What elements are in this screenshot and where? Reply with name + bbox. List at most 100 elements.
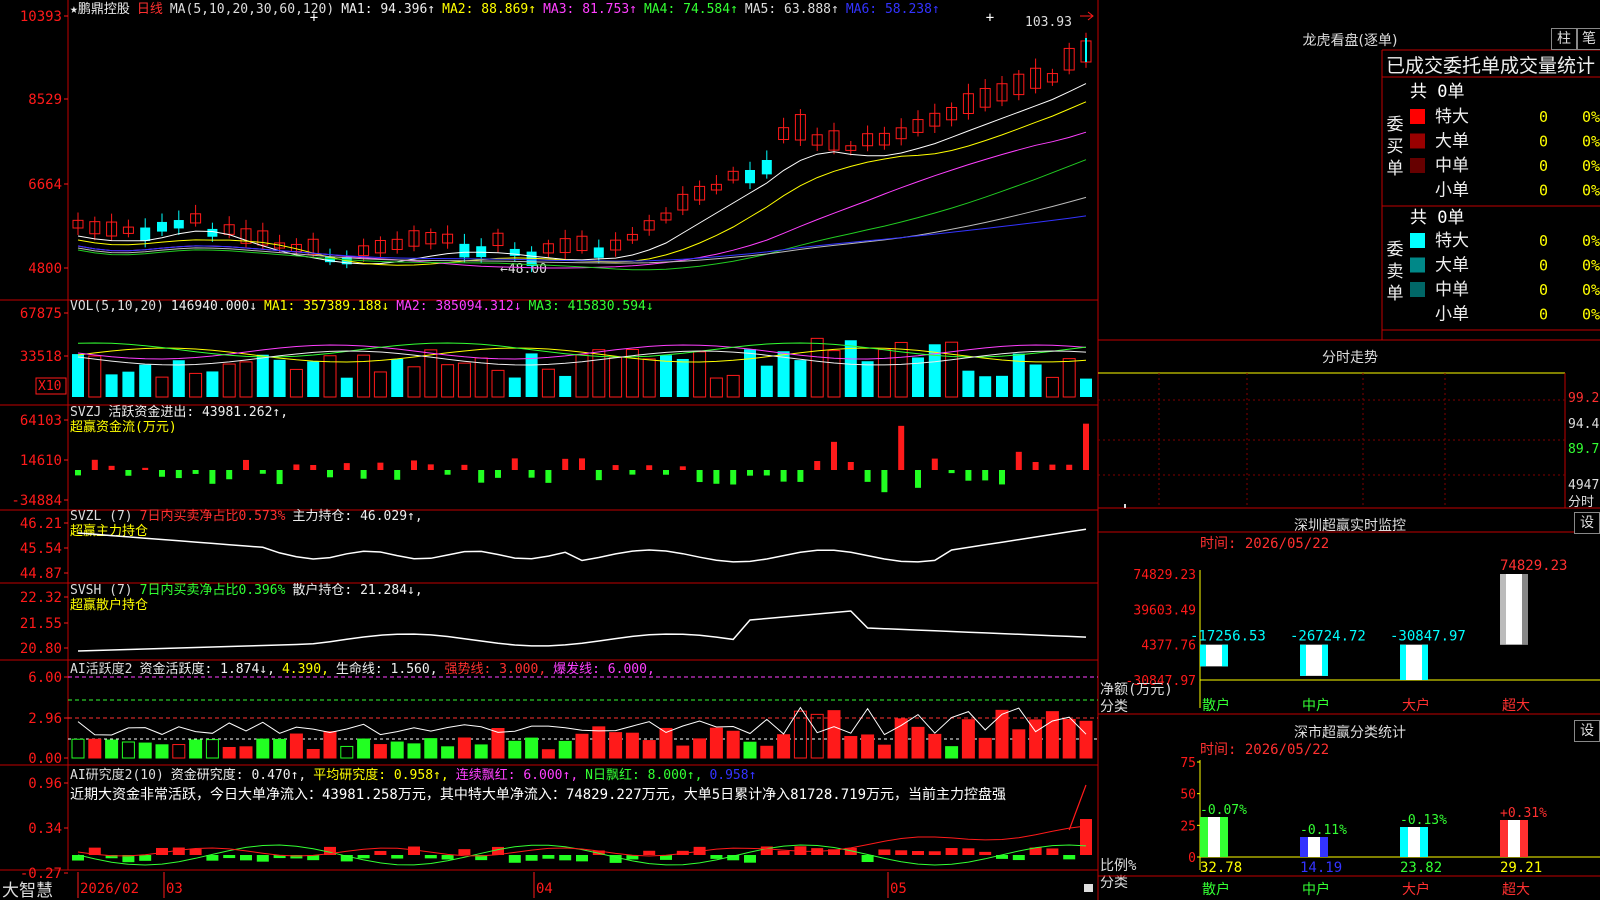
research-bar (710, 855, 723, 859)
ai2-legend-5: 0.958↑ (709, 768, 756, 783)
vol-bar (525, 353, 538, 397)
activity-bar (558, 740, 572, 759)
row-label: 特大 (1435, 231, 1469, 251)
svzl-sub: 超赢主力持仓 (70, 523, 148, 539)
vol-bar (189, 372, 203, 398)
vol-bar (239, 361, 253, 398)
row-label: 大单 (1435, 132, 1469, 152)
svzj-legend-0: SVZJ (70, 405, 101, 420)
candle-body (140, 227, 151, 241)
candle-body (745, 170, 755, 184)
svzj-sub: 超赢资金流(万元) (70, 419, 177, 435)
activity-bar (911, 726, 925, 759)
ai1-legend-4: 强势线: 3.000, (445, 661, 547, 677)
research-bar (508, 855, 521, 863)
activity-bar (289, 733, 303, 759)
activity-bar (877, 744, 891, 759)
intraday-title: 分时走势 (1322, 350, 1378, 366)
row-pct: 0% (1582, 232, 1600, 250)
activity-bar (592, 726, 606, 759)
flow-bar (545, 470, 552, 483)
flow-bar (696, 470, 703, 483)
classify-tick: 50 (1180, 788, 1196, 803)
research-bar (928, 851, 941, 855)
flow-bar (444, 470, 451, 475)
ma-legend-8: MA6: 58.238↑ (846, 2, 940, 17)
stock-chart-area[interactable]: 10393852966644800★鹏鼎控股 日线 MA(5,10,20,30,60… (0, 0, 1600, 900)
vol-bar (945, 341, 959, 398)
flow-bar (898, 425, 905, 470)
activity-bar (256, 738, 270, 759)
flow-bar (713, 470, 720, 484)
price-tick-label: 4800 (28, 261, 62, 277)
legend-swatch (1410, 282, 1425, 297)
row-pct: 0% (1582, 257, 1600, 275)
flow-bar (125, 470, 132, 476)
classify-change: -0.07% (1200, 803, 1247, 818)
activity-bar (625, 732, 639, 759)
activity-bar (978, 737, 992, 759)
side-label: 单 (1387, 159, 1404, 179)
vol-legend-1: 146940.000↓ (171, 299, 257, 314)
ai2-tick-label: 0.34 (28, 821, 62, 837)
bar-mode-button[interactable]: 柱 (1551, 28, 1577, 50)
classify-value: 29.21 (1500, 860, 1542, 876)
legend-swatch (1410, 133, 1425, 149)
flow-bar (747, 470, 753, 476)
monitor-settings-button[interactable]: 设 (1574, 512, 1600, 534)
flow-bar (562, 458, 569, 470)
activity-bar (575, 733, 589, 759)
vol-bar (559, 375, 572, 397)
research-bar (525, 855, 538, 861)
activity-bar (861, 734, 875, 759)
high-price-label: 103.93 (1025, 15, 1072, 30)
flow-bar (629, 470, 636, 475)
row-value: 0 (1539, 306, 1548, 324)
flow-bar (226, 470, 233, 480)
flow-bar (159, 470, 165, 477)
candle-body (207, 228, 218, 237)
research-bar (458, 849, 471, 855)
intraday-label: 94.48 (1568, 417, 1600, 432)
activity-bar (457, 737, 471, 759)
flow-bar (1066, 464, 1073, 470)
classify-settings-button[interactable]: 设 (1574, 720, 1600, 742)
flow-bar (948, 470, 955, 474)
vol-bar (407, 366, 421, 398)
flow-bar (881, 470, 888, 493)
dragon-title: 龙虎看盘(逐单) (1302, 33, 1398, 49)
activity-bar (945, 746, 959, 759)
ai2-legend-2: 平均研究度: 0.958↑, (313, 767, 448, 783)
monitor-bar-shade (1200, 644, 1206, 667)
vol-bar (88, 355, 102, 398)
activity-bar (390, 741, 404, 759)
monitor-category: 散户 (1202, 697, 1230, 714)
flow-bar (91, 459, 98, 470)
classify-bar-shade (1320, 837, 1328, 857)
monitor-tick: 39603.49 (1133, 603, 1196, 618)
monitor-bar (1500, 574, 1528, 645)
monitor-date: 时间: 2026/05/22 (1200, 536, 1329, 552)
vol-bar (155, 376, 169, 398)
intraday-vol (1124, 504, 1126, 508)
tick-mode-button[interactable]: 笔 (1577, 28, 1600, 50)
svsh-legend-2: 散户持仓: 21.284↓, (292, 582, 422, 598)
flow-bar (495, 470, 501, 478)
research-bar (391, 855, 404, 859)
research-bar (643, 850, 656, 855)
vol-bar (861, 361, 874, 397)
classify-value: 23.82 (1400, 860, 1442, 876)
activity-bar (189, 739, 203, 759)
classify-change: -0.11% (1300, 823, 1347, 838)
date-label: 04 (536, 881, 553, 897)
research-bar (576, 855, 588, 862)
vol-bar (105, 374, 118, 397)
vol-bar (373, 371, 387, 398)
activity-bar (1045, 711, 1059, 759)
classify-bar (1200, 817, 1228, 857)
ai1-legend-5: 爆发线: 6.000, (553, 661, 655, 677)
row-value: 0 (1539, 257, 1548, 275)
research-bar (357, 855, 370, 859)
ai1-tick-label: 6.00 (28, 670, 62, 686)
flow-bar (327, 470, 333, 478)
